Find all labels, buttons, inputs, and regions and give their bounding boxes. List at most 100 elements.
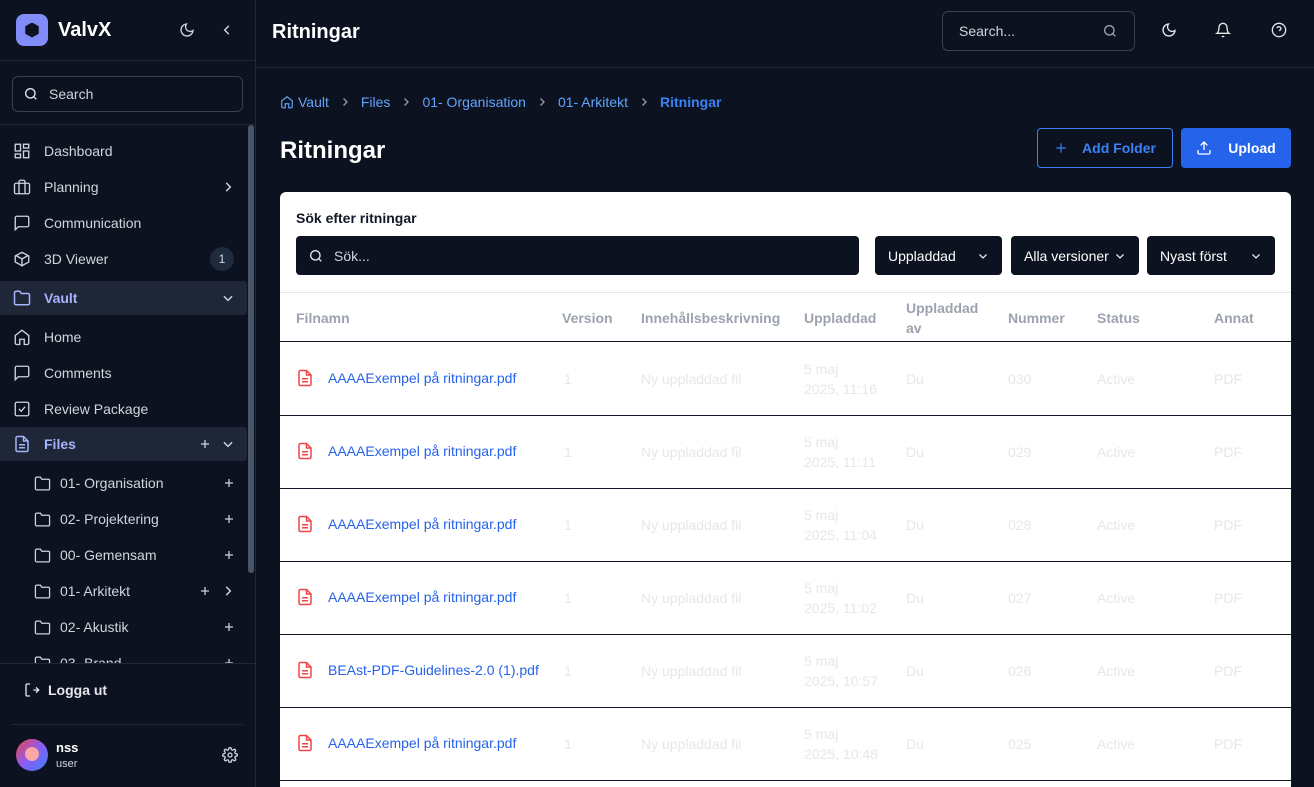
file-name[interactable]: AAAAExempel på ritningar.pdf — [328, 368, 516, 388]
settings-gear-icon[interactable] — [222, 747, 238, 763]
table-row[interactable]: AAAAExempel på ritningar.pdf 1 Ny uppladda… — [280, 562, 1291, 635]
file-name[interactable]: BEAst-PDF-Guidelines-2.0 (1).pdf — [328, 660, 539, 680]
filter-uploaded-select[interactable]: Uppladdad — [875, 236, 1002, 275]
folder-label: 02- Projektering — [60, 511, 159, 527]
table-row[interactable]: AAAAExempel på ritningar.pdf 1 Ny uppladda… — [280, 416, 1291, 489]
folder-icon — [12, 288, 32, 308]
sidebar-scrollbar[interactable] — [247, 125, 255, 663]
chevron-right-icon — [339, 96, 351, 108]
folder-icon — [32, 581, 52, 601]
sidebar-item-review-package[interactable]: Review Package — [0, 391, 247, 427]
uploaded-by-cell: Du — [906, 736, 924, 752]
sidebar-item-vault[interactable]: Vault — [0, 281, 247, 315]
breadcrumb-item[interactable]: Vault — [298, 94, 329, 110]
chevron-down-icon — [223, 295, 233, 302]
breadcrumb-item[interactable]: 01- Arkitekt — [558, 94, 628, 110]
logout-button[interactable]: Logga ut — [24, 682, 107, 698]
valvx-logo-icon — [16, 14, 48, 46]
sort-select[interactable]: Nyast först — [1147, 236, 1275, 275]
version-cell: 1 — [564, 371, 572, 387]
sidebar-item-home[interactable]: Home — [0, 319, 247, 355]
theme-toggle-moon-icon[interactable] — [1159, 20, 1179, 40]
column-header[interactable]: Filnamn — [296, 308, 350, 328]
chevron-down-icon[interactable] — [221, 437, 235, 451]
table-row[interactable]: AAAAExempel på ritningar.pdf 1 Ny uppladda… — [280, 708, 1291, 781]
uploaded-date-line: 5 maj — [804, 726, 839, 742]
sidebar-item-3d-viewer[interactable]: 3D Viewer 1 — [0, 241, 247, 277]
sidebar-item-planning[interactable]: Planning — [0, 169, 247, 205]
plus-icon[interactable] — [199, 585, 211, 597]
table-row[interactable]: AAAAExempel på ritningar.pdf 1 Ny uppladda… — [280, 343, 1291, 416]
plus-icon[interactable] — [223, 549, 235, 561]
select-value: Alla versioner — [1024, 247, 1109, 264]
other-cell: PDF — [1214, 517, 1242, 533]
help-circle-icon[interactable] — [1269, 20, 1289, 40]
file-name-link[interactable]: AAAAExempel på ritningar.pdf — [296, 368, 516, 388]
folder-item[interactable]: 01- Organisation — [0, 465, 247, 501]
notification-bell-icon[interactable] — [1213, 20, 1233, 40]
sidebar-item-dashboard[interactable]: Dashboard — [0, 133, 247, 169]
file-name[interactable]: AAAAExempel på ritningar.pdf — [328, 587, 516, 607]
file-name-link[interactable]: BEAst-PDF-Guidelines-2.0 (1).pdf — [296, 660, 539, 680]
column-header[interactable]: Uppladdad — [804, 308, 876, 328]
sidebar-item-label: Comments — [44, 365, 112, 381]
sidebar-search-placeholder: Search — [49, 86, 94, 102]
brand-name: ValvX — [58, 18, 112, 41]
number-cell: 028 — [1008, 517, 1032, 533]
avatar[interactable] — [16, 739, 48, 771]
sidebar-search-input[interactable]: Search — [12, 76, 243, 112]
status-cell: Active — [1097, 444, 1136, 460]
sidebar-item-files[interactable]: Files — [0, 427, 247, 461]
folder-item[interactable]: 02- Akustik — [0, 609, 247, 645]
plus-icon[interactable] — [223, 621, 235, 633]
file-name[interactable]: AAAAExempel på ritningar.pdf — [328, 514, 516, 534]
add-folder-button[interactable]: Add Folder — [1037, 128, 1173, 168]
uploaded-date-cell: 5 maj 2025, 10:57 — [804, 651, 878, 691]
chevron-right-icon — [536, 96, 548, 108]
scrollbar-thumb[interactable] — [248, 125, 254, 573]
table-row[interactable]: AAAAExempel på ritningar.pdf 1 Ny uppladda… — [280, 489, 1291, 562]
uploaded-date-line: 5 maj — [804, 434, 839, 450]
file-name[interactable]: AAAAExempel på ritningar.pdf — [328, 733, 516, 753]
column-header[interactable]: Status — [1097, 308, 1140, 328]
upload-button[interactable]: Upload — [1181, 128, 1291, 168]
theme-toggle-moon-icon[interactable] — [175, 18, 199, 42]
column-header[interactable]: Uppladdad av — [906, 298, 986, 338]
file-name-link[interactable]: AAAAExempel på ritningar.pdf — [296, 441, 516, 461]
folder-item[interactable]: 00- Gemensam — [0, 537, 247, 573]
drawings-search-input[interactable]: Sök... — [296, 236, 859, 275]
breadcrumb-item[interactable]: Files — [361, 94, 391, 110]
column-header[interactable]: Innehållsbeskrivning — [641, 308, 780, 328]
number-cell: 025 — [1008, 736, 1032, 752]
sidebar-item-comments[interactable]: Comments — [0, 355, 247, 391]
plus-icon[interactable] — [199, 438, 211, 450]
description-cell: Ny uppladdad fil — [641, 444, 742, 460]
file-name-link[interactable]: AAAAExempel på ritningar.pdf — [296, 514, 516, 534]
table-row[interactable]: BEAst-PDF-Guidelines-2.0 (1).pdf 1 Ny uppl… — [280, 635, 1291, 708]
chevron-right-icon[interactable] — [221, 584, 235, 598]
column-header[interactable]: Version — [562, 308, 613, 328]
collapse-sidebar-chevron-left-icon[interactable] — [215, 18, 239, 42]
folder-item[interactable]: 02- Projektering — [0, 501, 247, 537]
chevron-right-icon — [225, 182, 232, 192]
top-search-input[interactable]: Search... — [942, 11, 1135, 51]
breadcrumb-item[interactable]: 01- Organisation — [422, 94, 526, 110]
pdf-file-icon — [296, 587, 314, 607]
column-header[interactable]: Nummer — [1008, 308, 1065, 328]
column-header[interactable]: Annat — [1214, 308, 1254, 328]
plus-icon[interactable] — [223, 477, 235, 489]
plus-icon[interactable] — [223, 513, 235, 525]
folder-item[interactable]: 01- Arkitekt — [0, 573, 247, 609]
folder-item[interactable]: 03- Brand — [0, 645, 247, 663]
chevron-down-icon — [1116, 253, 1124, 259]
description-cell: Ny uppladdad fil — [641, 736, 742, 752]
page-title: Ritningar — [280, 137, 386, 164]
user-name: nss — [56, 740, 79, 755]
home-icon[interactable] — [280, 95, 294, 109]
filter-versions-select[interactable]: Alla versioner — [1011, 236, 1139, 275]
pdf-file-icon — [296, 368, 314, 388]
file-name-link[interactable]: AAAAExempel på ritningar.pdf — [296, 733, 516, 753]
sidebar-item-communication[interactable]: Communication — [0, 205, 247, 241]
file-name[interactable]: AAAAExempel på ritningar.pdf — [328, 441, 516, 461]
file-name-link[interactable]: AAAAExempel på ritningar.pdf — [296, 587, 516, 607]
